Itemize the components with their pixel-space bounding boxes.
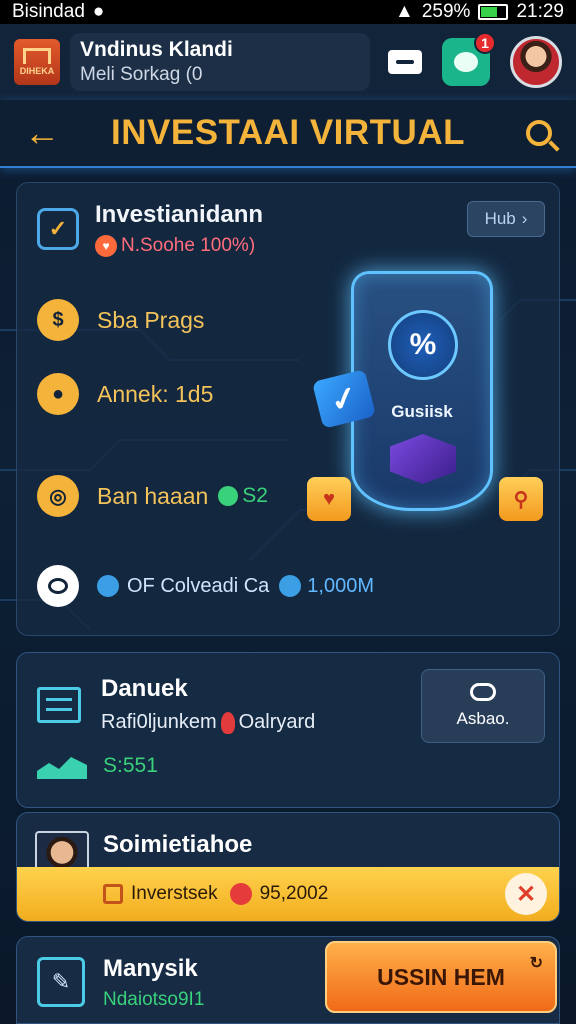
bluetooth-icon: ● bbox=[92, 1, 105, 22]
band-label: Inverstsek bbox=[131, 883, 218, 904]
signal-icon: ▲ bbox=[395, 1, 414, 22]
chevron-right-icon: › bbox=[521, 209, 528, 228]
report-title: Danuek bbox=[101, 675, 188, 702]
investment-card: ✓ Investianidann ♥ N.Soohe 100%) Hub › $… bbox=[16, 182, 560, 636]
page-title: INVESTAAI VIRTUAL bbox=[111, 113, 465, 152]
hub-button[interactable]: Hub › bbox=[467, 201, 545, 237]
user-name: Soimietiahoe bbox=[103, 831, 253, 858]
row-label: Annek: 1d5 bbox=[97, 380, 214, 407]
back-arrow-icon[interactable]: ← bbox=[24, 112, 64, 154]
account-name: Vndinus Klandi bbox=[80, 38, 233, 61]
search-tile-icon[interactable]: ⚲ bbox=[499, 477, 543, 521]
chat-icon bbox=[454, 52, 478, 72]
square-icon bbox=[103, 884, 123, 904]
search-icon[interactable] bbox=[512, 120, 552, 146]
gem-icon bbox=[390, 434, 456, 484]
app-logo: DIHEKA bbox=[14, 39, 60, 85]
refresh-icon: ↻ bbox=[529, 955, 543, 972]
row-label: Ban haaan bbox=[97, 482, 209, 509]
heart-icon: ♥ bbox=[95, 235, 117, 257]
title-bar: ← INVESTAAI VIRTUAL bbox=[0, 100, 576, 168]
investment-band[interactable]: Inverstsek 95,2002 ✕ bbox=[17, 867, 559, 921]
report-button-label: Asbao. bbox=[456, 709, 510, 728]
status-bar: Bisindad ● ▲ 259% 21:29 bbox=[0, 0, 576, 24]
report-button[interactable]: Asbao. bbox=[421, 669, 545, 743]
band-value: 95,2002 bbox=[259, 883, 329, 904]
report-card: Danuek Rafi0ljunkem Oalryard S:551 Asbao… bbox=[16, 652, 560, 808]
pin-icon bbox=[220, 711, 235, 734]
account-subtitle: Meli Sorkag (0 bbox=[80, 64, 203, 85]
person-icon: ● bbox=[37, 373, 79, 415]
avatar[interactable] bbox=[510, 36, 562, 88]
cta-label: USSIN HEM bbox=[377, 963, 505, 990]
row-value: 1,000M bbox=[307, 574, 374, 597]
notification-badge: 1 bbox=[474, 32, 496, 54]
heart-tile-icon[interactable]: ♥ bbox=[307, 477, 351, 521]
report-subtitle-right: Oalryard bbox=[238, 711, 316, 733]
shield-label: Gusiisk bbox=[391, 402, 453, 421]
ticket-icon[interactable] bbox=[388, 50, 422, 74]
document-icon bbox=[37, 686, 81, 723]
percent-badge: % bbox=[388, 310, 458, 380]
app-header: DIHEKA Vndinus Klandi Meli Sorkag (0 1 bbox=[0, 24, 576, 100]
green-coin-value: S2 bbox=[218, 484, 268, 508]
user-card: Soimietiahoe Inverstsek 95,2002 ✕ bbox=[16, 812, 560, 922]
stats-icon: $ bbox=[37, 299, 79, 341]
account-selector[interactable]: Vndinus Klandi Meli Sorkag (0 bbox=[70, 33, 370, 91]
hub-button-label: Hub bbox=[484, 209, 516, 228]
blue-coin-icon bbox=[97, 575, 119, 597]
edit-icon: ✎ bbox=[37, 957, 85, 1007]
bottom-title: Manysik bbox=[103, 955, 198, 982]
row-label: Sba Prags bbox=[97, 306, 205, 333]
bottom-subtitle: Ndaiotso9I1 bbox=[103, 989, 205, 1010]
battery-percent: 259% bbox=[421, 1, 471, 22]
clipboard-icon: ✓ bbox=[37, 208, 79, 250]
shield-illustration: % Gusiisk ✓ ♥ ⚲ bbox=[303, 263, 553, 543]
close-icon[interactable]: ✕ bbox=[505, 873, 547, 915]
shield-icon: % Gusiisk bbox=[351, 271, 493, 511]
app-logo-text: DIHEKA bbox=[19, 66, 55, 76]
investment-subtitle: N.Soohe 100%) bbox=[121, 235, 256, 256]
investment-title: Investianidann bbox=[95, 201, 264, 228]
blue-coin-icon bbox=[279, 575, 302, 597]
cta-button[interactable]: USSIN HEM ↻ bbox=[325, 941, 557, 1013]
row-label: OF Colveadi Ca bbox=[127, 574, 270, 597]
chat-button[interactable]: 1 bbox=[442, 32, 496, 86]
chat-bubble-icon bbox=[37, 565, 79, 607]
bottom-card: ✎ Manysik Ndaiotso9I1 USSIN HEM ↻ bbox=[16, 936, 560, 1024]
coin-icon bbox=[218, 486, 239, 506]
clock: 21:29 bbox=[516, 1, 564, 22]
chart-value: S:551 bbox=[103, 754, 158, 777]
chart-icon bbox=[37, 757, 87, 779]
target-icon: ◎ bbox=[37, 475, 79, 517]
battery-icon bbox=[478, 4, 509, 20]
cloud-icon bbox=[470, 683, 496, 701]
carrier-label: Bisindad bbox=[12, 1, 85, 22]
report-subtitle-left: Rafi0ljunkem bbox=[101, 711, 217, 733]
heart-icon bbox=[229, 883, 252, 905]
